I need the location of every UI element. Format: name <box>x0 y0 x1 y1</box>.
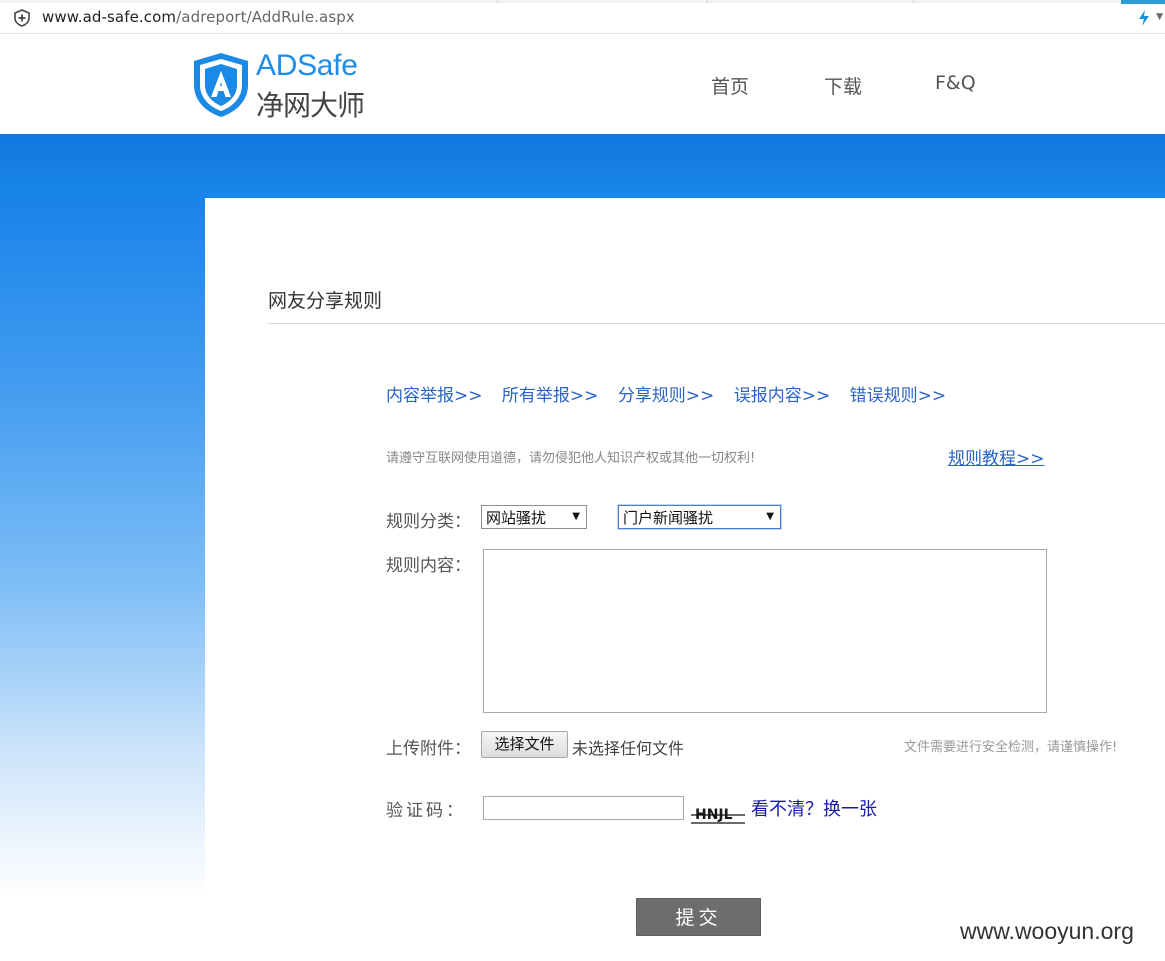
dropdown-arrow-icon: ▼ <box>572 511 580 522</box>
watermark: www.wooyun.org <box>960 918 1134 944</box>
adsafe-shield-logo-icon[interactable] <box>191 51 251 119</box>
usage-notice: 请遵守互联网使用道德，请勿侵犯他人知识产权或其他一切权利! <box>386 451 756 466</box>
gradient-sidebar-background <box>0 198 205 898</box>
category-select[interactable]: 网站骚扰 ▼ <box>481 505 587 529</box>
content-panel: 网友分享规则 内容举报>> 所有举报>> 分享规则>> 误报内容>> 错误规则>… <box>205 198 1165 961</box>
blue-banner <box>0 134 1165 198</box>
tab-false-positive[interactable]: 误报内容>> <box>734 386 831 406</box>
tab-wrong-rules[interactable]: 错误规则>> <box>850 386 947 406</box>
file-status-text: 未选择任何文件 <box>572 739 685 758</box>
url-host: www.ad-safe.com <box>42 8 177 26</box>
report-tabs: 内容举报>> 所有举报>> 分享规则>> 误报内容>> 错误规则>> <box>386 381 960 406</box>
tab-content-report[interactable]: 内容举报>> <box>386 386 483 406</box>
choose-file-button[interactable]: 选择文件 <box>481 731 568 758</box>
tab-share-rules[interactable]: 分享规则>> <box>618 386 715 406</box>
captcha-label: 验证码： <box>386 801 466 821</box>
lightning-bolt-icon[interactable] <box>1137 9 1151 27</box>
tab-all-reports[interactable]: 所有举报>> <box>502 386 599 406</box>
category-label: 规则分类： <box>386 512 471 532</box>
rule-content-textarea[interactable] <box>483 549 1047 713</box>
site-security-shield-icon[interactable] <box>13 9 31 27</box>
dropdown-arrow-icon: ▼ <box>766 511 774 522</box>
logo-text-cn: 净网大师 <box>256 89 365 122</box>
captcha-input[interactable] <box>483 796 684 820</box>
url-path: /adreport/AddRule.aspx <box>176 8 355 26</box>
chevron-down-icon[interactable]: ▼ <box>1156 12 1163 22</box>
category-select-value: 网站骚扰 <box>486 509 547 527</box>
captcha-image[interactable]: HNJL <box>689 801 747 827</box>
submit-button[interactable]: 提交 <box>636 898 761 936</box>
subcategory-select[interactable]: 门户新闻骚扰 ▼ <box>618 505 781 529</box>
nav-download[interactable]: 下载 <box>824 72 862 99</box>
site-header: ADSafe 净网大师 首页 下载 F&Q <box>0 34 1165 134</box>
active-tab-indicator[interactable] <box>1121 0 1165 4</box>
rule-content-label: 规则内容： <box>386 556 471 576</box>
upload-label: 上传附件： <box>386 739 471 759</box>
subcategory-select-value: 门户新闻骚扰 <box>623 509 714 527</box>
page-title: 网友分享规则 <box>268 290 383 312</box>
browser-address-bar: www.ad-safe.com/adreport/AddRule.aspx ▼ <box>0 0 1165 34</box>
rule-tutorial-link[interactable]: 规则教程>> <box>948 444 1045 469</box>
nav-faq[interactable]: F&Q <box>935 72 976 94</box>
url-field[interactable]: www.ad-safe.com/adreport/AddRule.aspx <box>42 8 355 26</box>
captcha-refresh-link[interactable]: 看不清？换一张 <box>751 795 877 821</box>
tab-strip <box>0 0 1165 3</box>
title-divider <box>268 323 1165 324</box>
nav-home[interactable]: 首页 <box>711 72 749 99</box>
file-security-hint: 文件需要进行安全检测，请谨慎操作! <box>904 740 1118 755</box>
logo-text-en: ADSafe <box>256 49 358 82</box>
